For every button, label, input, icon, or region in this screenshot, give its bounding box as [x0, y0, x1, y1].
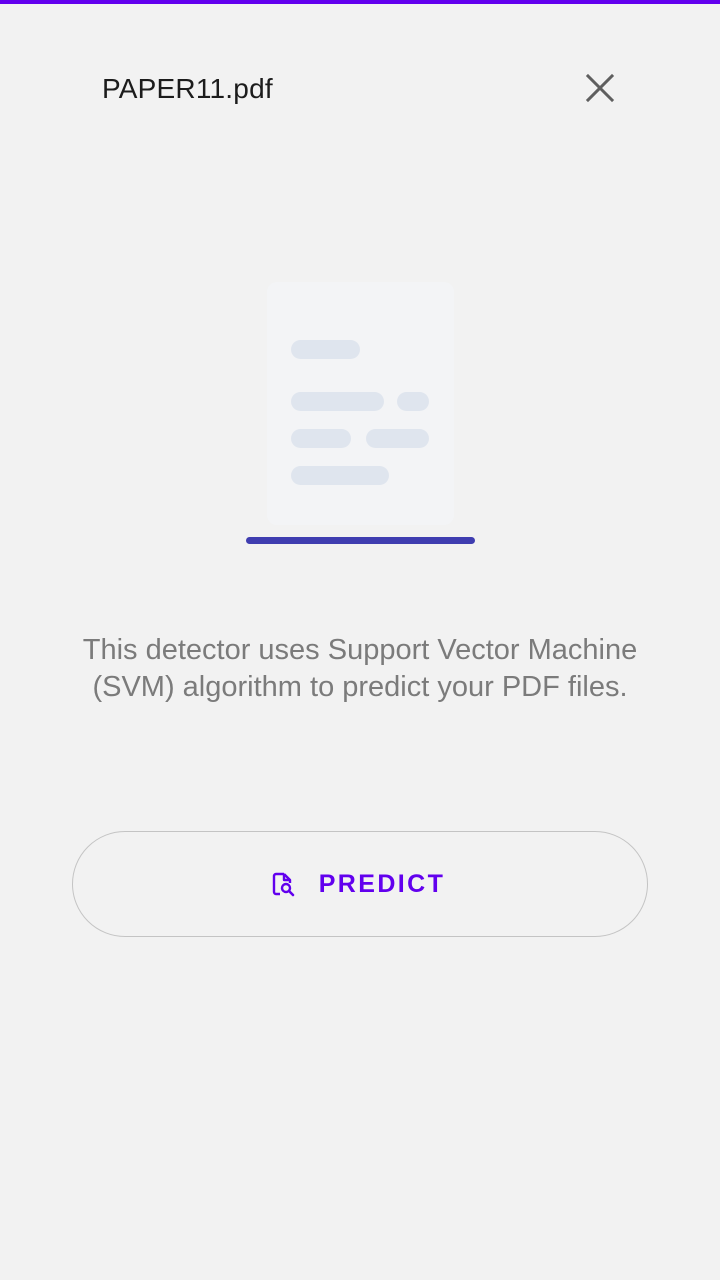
progress-indicator: [246, 537, 475, 544]
predict-label: PREDICT: [318, 869, 446, 898]
predict-button[interactable]: PREDICT: [72, 831, 648, 937]
description-text: This detector uses Support Vector Machin…: [82, 634, 638, 703]
close-button[interactable]: [576, 64, 624, 112]
document-illustration: [240, 276, 480, 552]
document-search-icon: [269, 870, 297, 898]
document-placeholder-icon: [246, 282, 475, 544]
close-icon: [585, 73, 615, 103]
file-title: PAPER11.pdf: [102, 73, 273, 104]
header: PAPER11.pdf: [0, 0, 720, 180]
